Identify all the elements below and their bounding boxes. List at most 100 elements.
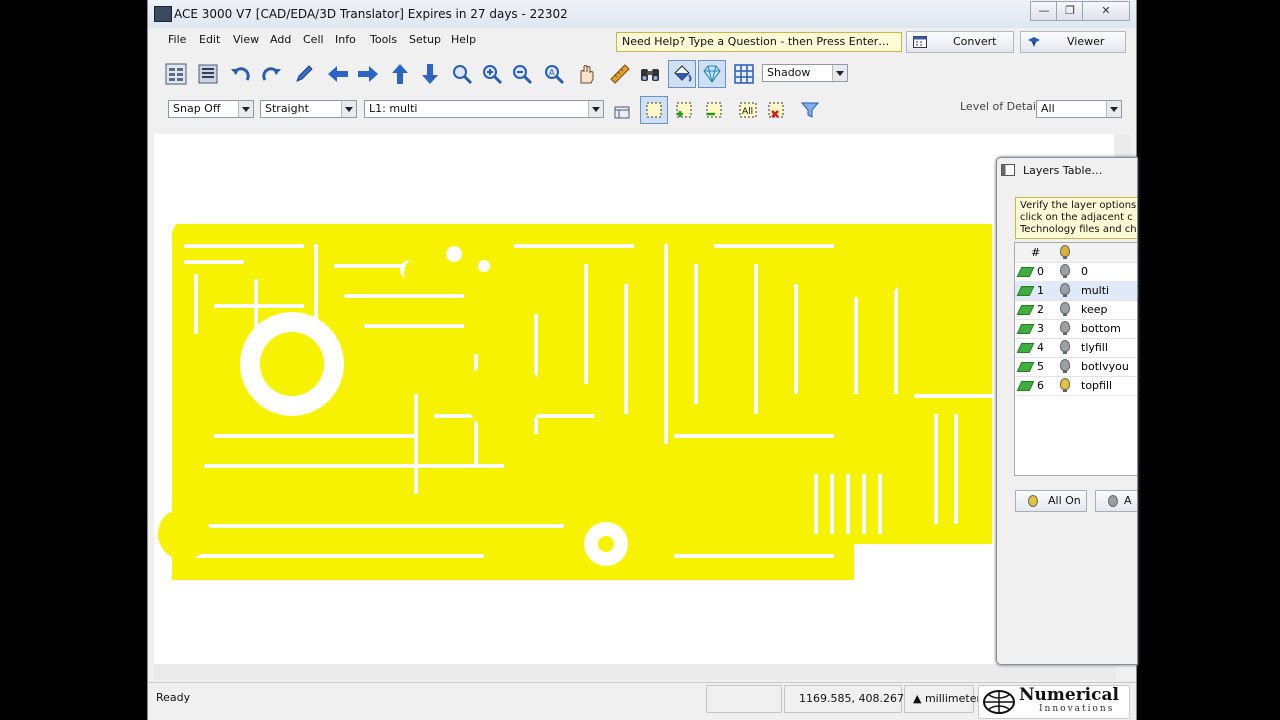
redo-icon[interactable] (258, 60, 286, 88)
menu-edit[interactable]: Edit (199, 33, 220, 46)
layer-name: bottom (1081, 322, 1121, 335)
remove-select-icon[interactable] (700, 96, 728, 124)
select-box-icon[interactable] (640, 96, 668, 124)
add-select-icon[interactable] (670, 96, 698, 124)
window-icon (1001, 164, 1015, 176)
bulb-icon[interactable] (1060, 340, 1070, 354)
arrow-down-icon[interactable] (416, 60, 444, 88)
main-toolbar: A Shadow (148, 56, 1136, 92)
chevron-down-icon (588, 101, 603, 117)
horizontal-scrollbar[interactable] (154, 664, 1116, 680)
filter-icon[interactable] (796, 96, 824, 124)
binoculars-icon[interactable] (636, 60, 664, 88)
layer-visible-icon[interactable] (1016, 324, 1035, 334)
arrow-up-icon[interactable] (386, 60, 414, 88)
menu-cell[interactable]: Cell (303, 33, 324, 46)
logo-text-bottom: Innovations (1039, 704, 1115, 714)
zoom-fit-icon[interactable]: A (540, 60, 568, 88)
layer-visible-icon[interactable] (1016, 381, 1035, 391)
zoom-in-icon[interactable] (478, 60, 506, 88)
arrow-right-icon[interactable] (354, 60, 382, 88)
select-all-icon[interactable]: All (734, 96, 762, 124)
units-up-icon: ▲ (913, 692, 922, 705)
menu-help[interactable]: Help (451, 33, 476, 46)
snap-select[interactable]: Snap Off (168, 100, 254, 118)
layer-manager-icon[interactable] (162, 60, 190, 88)
shadow-select[interactable]: Shadow (762, 64, 848, 82)
layer-visible-icon[interactable] (1016, 286, 1035, 296)
hint-line-3: Technology files and ch (1020, 224, 1137, 235)
layer-visible-icon[interactable] (1016, 305, 1035, 315)
layer-select[interactable]: L1: multi (364, 100, 604, 118)
paint-bucket-icon[interactable] (668, 60, 696, 88)
viewer-button[interactable]: Viewer (1020, 31, 1126, 53)
layers-grid: # 00 1 multi 2 keep 3 bottom 4 tlyfill 5 botl… (1014, 242, 1137, 476)
menu-info[interactable]: Info (335, 33, 356, 46)
menu-view[interactable]: View (233, 33, 259, 46)
layers-table-panel: Layers Table… Verify the layer options c… (996, 157, 1138, 665)
status-text: Ready (156, 691, 191, 704)
bulb-icon[interactable] (1060, 359, 1070, 373)
layer-row[interactable]: 4 tlyfill (1015, 338, 1137, 358)
edit-pen-icon[interactable] (290, 60, 318, 88)
minimize-button[interactable]: — (1030, 1, 1058, 21)
layer-row[interactable]: 3 bottom (1015, 319, 1137, 339)
lod-select[interactable]: All (1036, 100, 1122, 118)
properties-icon[interactable] (608, 98, 636, 126)
bulb-icon[interactable] (1060, 302, 1070, 316)
layer-visible-icon[interactable] (1016, 267, 1035, 277)
zoom-icon[interactable] (448, 60, 476, 88)
bulb-icon[interactable] (1060, 264, 1070, 278)
svg-text:All: All (742, 107, 753, 117)
bulb-icon[interactable] (1060, 283, 1070, 297)
pan-hand-icon[interactable] (572, 60, 600, 88)
options-toolbar: Snap Off Straight L1: multi All Level of… (148, 94, 1136, 128)
layer-visible-icon[interactable] (1016, 343, 1035, 353)
gem-icon[interactable] (698, 60, 726, 88)
bulb-icon[interactable] (1060, 321, 1070, 335)
layer-visible-icon[interactable] (1016, 362, 1035, 372)
arrow-left-icon[interactable] (324, 60, 352, 88)
snap-select-value: Snap Off (173, 102, 221, 115)
menu-setup[interactable]: Setup (409, 33, 441, 46)
shadow-select-value: Shadow (767, 66, 811, 79)
menu-file[interactable]: File (168, 33, 186, 46)
drawing-canvas[interactable] (154, 134, 1116, 664)
line-style-select[interactable]: Straight (260, 100, 357, 118)
layers-panel-title: Layers Table… (1023, 164, 1103, 177)
deselect-icon[interactable] (762, 96, 790, 124)
all-off-button[interactable]: A (1095, 490, 1137, 512)
menu-tools[interactable]: Tools (370, 33, 397, 46)
grid-icon[interactable] (730, 60, 758, 88)
layer-select-value: L1: multi (369, 102, 418, 115)
bulb-icon[interactable] (1060, 378, 1070, 392)
layer-num: 5 (1037, 360, 1044, 373)
col-num-header: # (1031, 246, 1041, 259)
all-on-button[interactable]: All On (1015, 490, 1087, 512)
layer-row[interactable]: 6 topfill (1015, 376, 1137, 396)
undo-icon[interactable] (226, 60, 254, 88)
layer-list-icon[interactable] (194, 60, 222, 88)
app-window: ACE 3000 V7 [CAD/EDA/3D Translator] Expi… (147, 0, 1137, 720)
help-search-input[interactable]: Need Help? Type a Question - then Press … (616, 32, 902, 52)
restore-button[interactable]: ❐ (1056, 1, 1084, 21)
layer-row[interactable]: 00 (1015, 262, 1137, 282)
bulb-off-icon (1108, 495, 1118, 507)
zoom-out-icon[interactable] (508, 60, 536, 88)
viewer-pen-icon (1028, 37, 1040, 47)
layer-row[interactable]: 1 multi (1015, 281, 1137, 301)
all-on-label: All On (1048, 494, 1081, 507)
convert-button[interactable]: Convert (906, 31, 1014, 53)
layer-num: 0 (1037, 265, 1044, 278)
close-button[interactable]: ✕ (1082, 1, 1130, 21)
hint-line-2: click on the adjacent c (1020, 212, 1133, 223)
layer-num: 6 (1037, 379, 1044, 392)
layer-row[interactable]: 5 botlvyou (1015, 357, 1137, 377)
layer-num: 2 (1037, 303, 1044, 316)
units-select[interactable]: ▲ millimeter (904, 685, 981, 713)
layers-header: # (1015, 243, 1137, 263)
menu-add[interactable]: Add (270, 33, 291, 46)
layer-row[interactable]: 2 keep (1015, 300, 1137, 320)
ruler-icon[interactable] (606, 60, 634, 88)
numerical-logo: Numerical Innovations (978, 685, 1130, 719)
